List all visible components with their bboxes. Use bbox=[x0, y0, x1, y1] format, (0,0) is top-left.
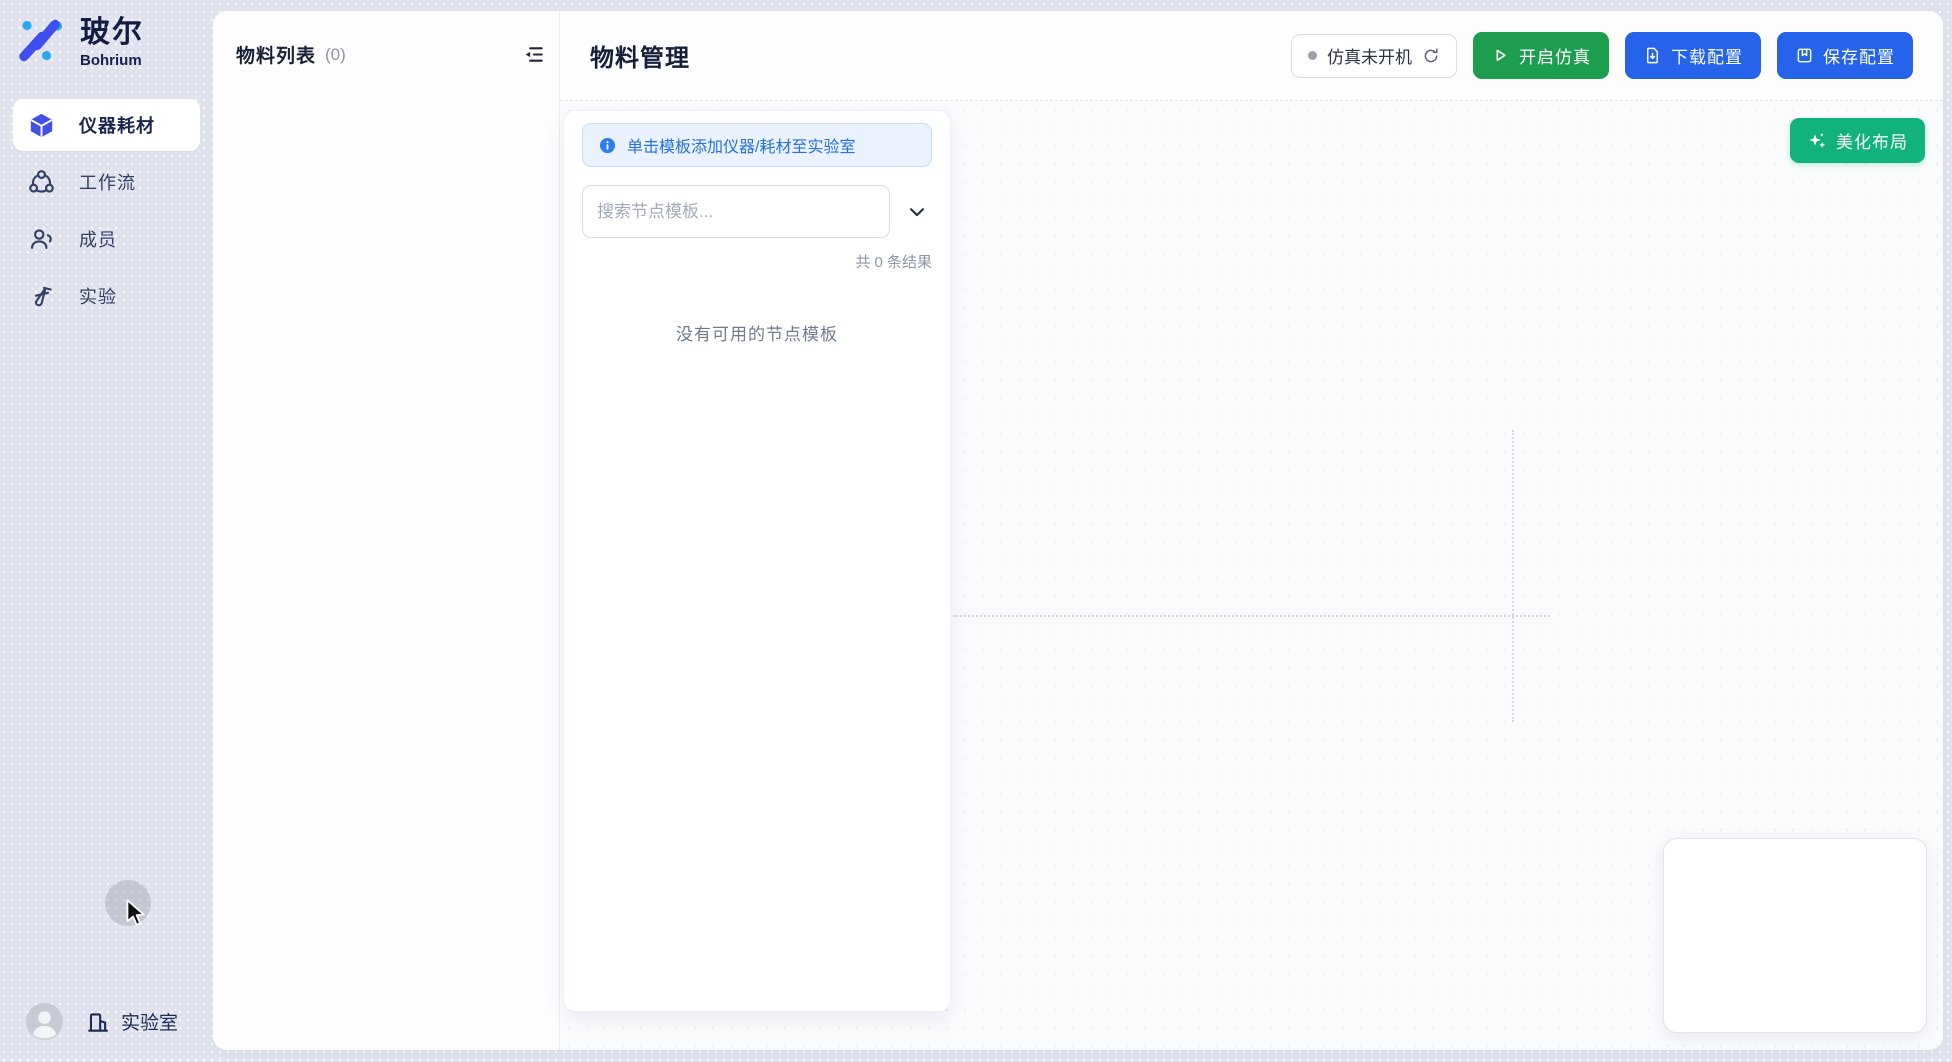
sidebar-item-experiment[interactable]: 实验 bbox=[13, 270, 200, 322]
sidebar-item-label: 工作流 bbox=[79, 169, 136, 195]
building-icon bbox=[85, 1009, 111, 1035]
save-icon bbox=[1795, 46, 1814, 65]
sidebar-item-members[interactable]: 成员 bbox=[13, 213, 200, 265]
page-title: 物料管理 bbox=[590, 38, 690, 73]
empty-state-text: 没有可用的节点模板 bbox=[582, 320, 932, 345]
brand-logo: 玻尔 Bohrium bbox=[0, 16, 213, 69]
topbar: 物料管理 仿真未开机 开启仿真 bbox=[560, 11, 1943, 101]
app-root: 玻尔 Bohrium 仪器耗材 工作流 bbox=[0, 0, 1952, 1062]
helper-line-horizontal bbox=[953, 615, 1550, 617]
beautify-layout-label: 美化布局 bbox=[1836, 128, 1908, 153]
topbar-actions: 仿真未开机 开启仿真 bbox=[1291, 32, 1913, 79]
material-list-count: (0) bbox=[325, 45, 346, 65]
user-avatar[interactable] bbox=[26, 1003, 63, 1040]
brand-subtitle: Bohrium bbox=[80, 52, 144, 69]
sidebar-item-label: 仪器耗材 bbox=[79, 112, 155, 138]
sidebar-item-label: 实验 bbox=[79, 283, 117, 309]
lab-switcher[interactable]: 实验室 bbox=[85, 1008, 178, 1035]
info-icon bbox=[598, 136, 617, 155]
sidebar: 玻尔 Bohrium 仪器耗材 工作流 bbox=[0, 0, 213, 1062]
simulation-status[interactable]: 仿真未开机 bbox=[1291, 34, 1457, 78]
simulation-status-label: 仿真未开机 bbox=[1327, 43, 1412, 68]
material-list-panel: 物料列表 (0) bbox=[213, 11, 560, 1050]
beautify-layout-button[interactable]: 美化布局 bbox=[1790, 118, 1925, 163]
file-download-icon bbox=[1643, 46, 1662, 65]
lab-label: 实验室 bbox=[121, 1008, 178, 1035]
sidebar-item-label: 成员 bbox=[79, 226, 117, 252]
search-input[interactable] bbox=[582, 185, 890, 238]
material-list-header: 物料列表 (0) bbox=[213, 11, 559, 68]
search-row bbox=[582, 185, 932, 238]
save-config-button[interactable]: 保存配置 bbox=[1777, 32, 1913, 79]
workspace-column: 物料管理 仿真未开机 开启仿真 bbox=[560, 11, 1943, 1050]
brand-title: 玻尔 bbox=[80, 16, 144, 50]
info-banner: 单击模板添加仪器/耗材至实验室 bbox=[582, 123, 932, 167]
members-icon bbox=[28, 226, 55, 253]
material-list-title: 物料列表 bbox=[236, 41, 316, 68]
sidebar-footer: 实验室 bbox=[0, 1003, 213, 1040]
sidebar-item-workflow[interactable]: 工作流 bbox=[13, 156, 200, 208]
refresh-icon[interactable] bbox=[1422, 47, 1440, 65]
play-icon bbox=[1491, 46, 1510, 65]
status-dot-icon bbox=[1308, 51, 1317, 60]
start-simulation-label: 开启仿真 bbox=[1519, 43, 1591, 68]
helper-line-vertical bbox=[1512, 430, 1514, 722]
flow-canvas[interactable]: 单击模板添加仪器/耗材至实验室 共 0 条结果 没有可用的节点模板 bbox=[560, 101, 1943, 1050]
sidebar-item-instruments[interactable]: 仪器耗材 bbox=[13, 99, 200, 151]
cube-icon bbox=[28, 112, 55, 139]
experiment-icon bbox=[28, 283, 55, 310]
collapse-panel-icon[interactable] bbox=[522, 43, 545, 66]
download-config-button[interactable]: 下载配置 bbox=[1625, 32, 1761, 79]
bohrium-logo-icon bbox=[18, 16, 64, 62]
main-content: 物料列表 (0) 物料管理 仿真未开机 bbox=[213, 11, 1943, 1050]
brand-text: 玻尔 Bohrium bbox=[80, 16, 144, 69]
minimap[interactable] bbox=[1663, 838, 1927, 1033]
workflow-icon bbox=[28, 169, 55, 196]
sidebar-menu: 仪器耗材 工作流 成员 bbox=[0, 99, 213, 322]
save-config-label: 保存配置 bbox=[1823, 43, 1895, 68]
results-count: 共 0 条结果 bbox=[582, 251, 932, 272]
start-simulation-button[interactable]: 开启仿真 bbox=[1473, 32, 1609, 79]
info-banner-text: 单击模板添加仪器/耗材至实验室 bbox=[627, 133, 855, 157]
sparkles-icon bbox=[1807, 131, 1827, 151]
avatar-person-icon bbox=[26, 1003, 63, 1040]
chevron-down-icon[interactable] bbox=[906, 201, 928, 223]
node-template-panel: 单击模板添加仪器/耗材至实验室 共 0 条结果 没有可用的节点模板 bbox=[563, 110, 951, 1012]
download-config-label: 下载配置 bbox=[1671, 43, 1743, 68]
